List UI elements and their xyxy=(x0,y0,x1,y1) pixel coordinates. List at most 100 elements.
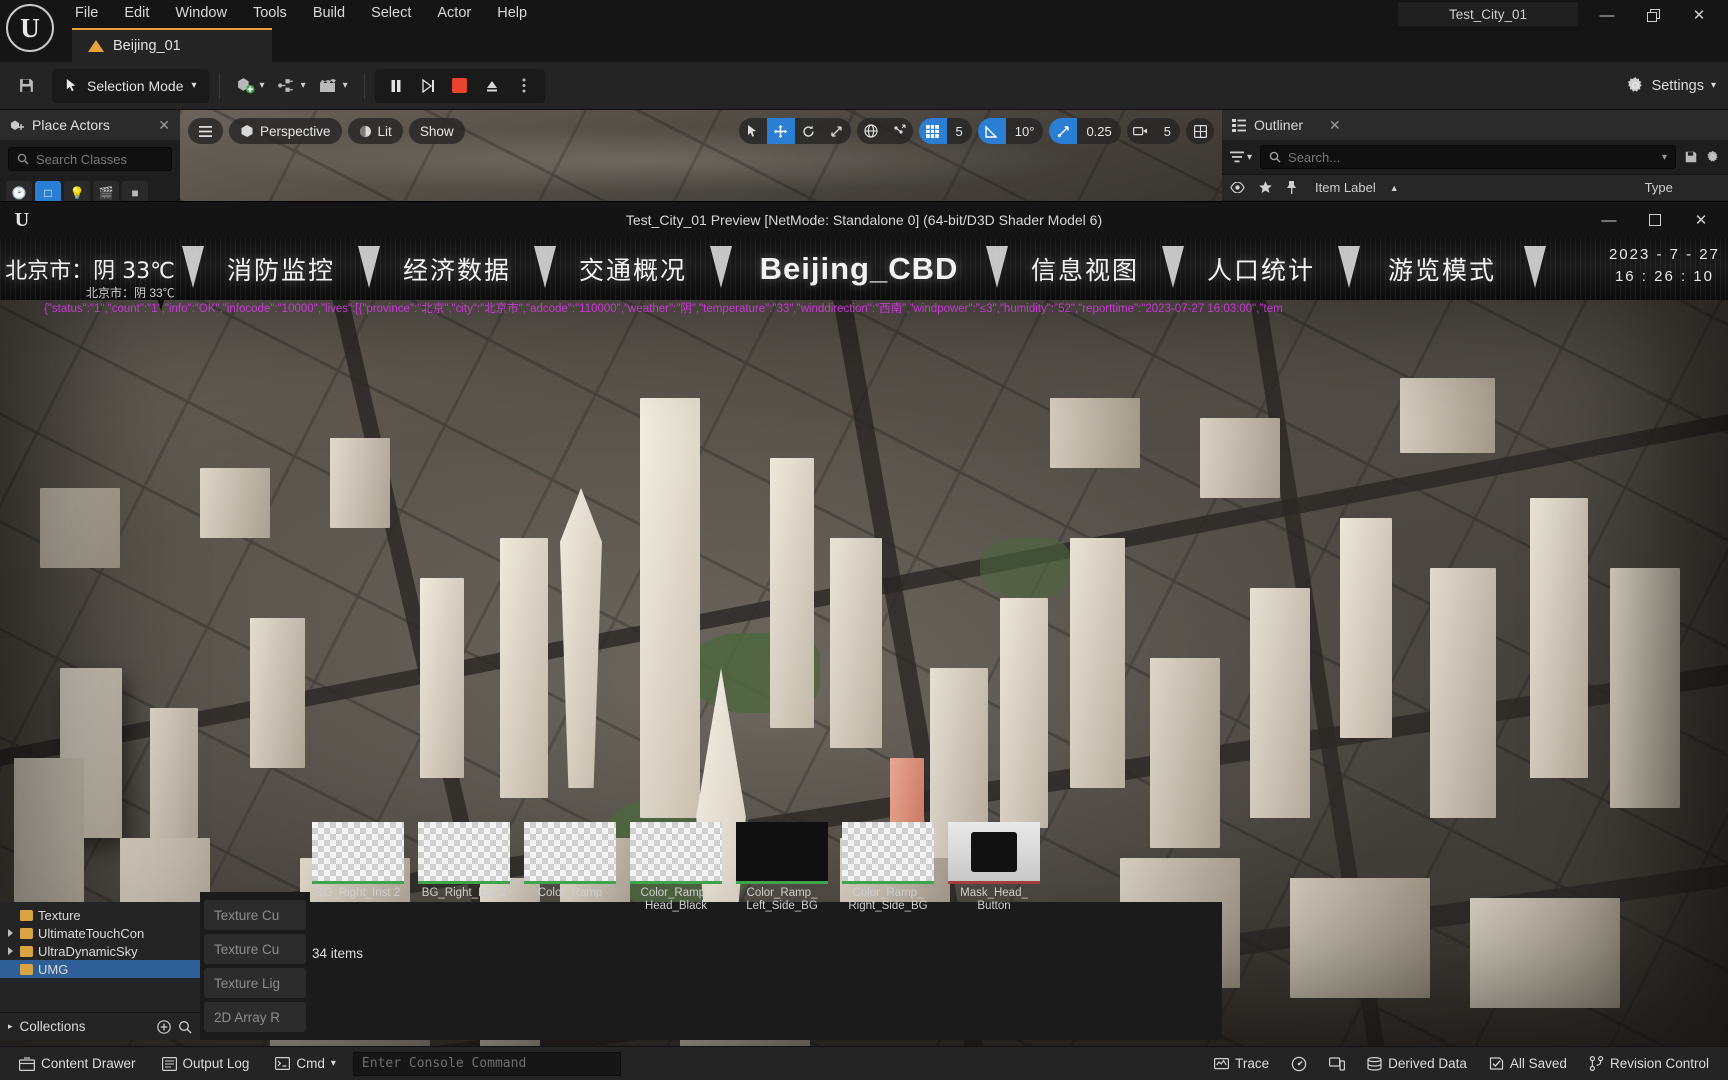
layout-grid-icon[interactable] xyxy=(1186,118,1214,144)
sort-ascending-icon[interactable]: ▲ xyxy=(1390,183,1399,193)
menu-actor[interactable]: Actor xyxy=(424,1,484,25)
angle-snap-icon[interactable] xyxy=(977,118,1006,144)
editor-viewport[interactable]: Perspective Lit Show 5 10° 0.25 5 xyxy=(180,110,1222,202)
pie-maximize-button[interactable] xyxy=(1632,203,1678,237)
chevron-down-icon[interactable]: ▾ xyxy=(1662,152,1667,163)
hud-nav-info[interactable]: 信息视图 xyxy=(1010,238,1160,300)
viewport-viewmode-button[interactable]: Lit xyxy=(347,118,403,144)
grid-snap-value[interactable]: 5 xyxy=(947,124,972,139)
outliner-filter-button[interactable]: ▾ xyxy=(1230,151,1252,163)
hud-nav-traffic[interactable]: 交通概况 xyxy=(558,238,708,300)
hud-nav-tour[interactable]: 游览模式 xyxy=(1362,238,1522,300)
chevron-right-icon[interactable] xyxy=(8,929,13,937)
asset-tile[interactable]: BG_Right_Inst 2 xyxy=(418,822,510,942)
viewport-camera-button[interactable]: Perspective xyxy=(229,118,342,144)
performance-button[interactable] xyxy=(1282,1051,1316,1077)
derived-data-button[interactable]: Derived Data xyxy=(1358,1051,1476,1077)
chevron-right-icon[interactable]: ▸ xyxy=(8,1021,13,1032)
add-actor-button[interactable]: ▾ xyxy=(230,70,271,102)
cinematics-button[interactable]: ▾ xyxy=(312,70,354,102)
sidelist-item[interactable]: Texture Cu xyxy=(204,934,306,964)
menu-file[interactable]: File xyxy=(62,1,111,25)
pause-button[interactable] xyxy=(381,72,411,100)
collections-label[interactable]: Collections xyxy=(20,1019,86,1034)
output-log-button[interactable]: Output Log xyxy=(153,1051,259,1077)
menu-build[interactable]: Build xyxy=(300,1,358,25)
select-tool-icon[interactable] xyxy=(739,118,767,144)
tree-item-ultradynamicsky[interactable]: UltraDynamicSky xyxy=(0,942,200,960)
search-classes-input[interactable]: Search Classes xyxy=(8,147,172,171)
close-button[interactable]: ✕ xyxy=(1676,2,1722,28)
close-icon[interactable]: ✕ xyxy=(158,117,170,134)
play-options-button[interactable] xyxy=(509,72,539,100)
revision-control-button[interactable]: Revision Control xyxy=(1580,1051,1718,1077)
content-drawer-button[interactable]: Content Drawer xyxy=(10,1051,145,1077)
menu-edit[interactable]: Edit xyxy=(111,1,162,25)
rotate-tool-icon[interactable] xyxy=(795,118,823,144)
move-tool-icon[interactable] xyxy=(766,118,795,144)
add-collection-icon[interactable] xyxy=(157,1019,171,1034)
place-actors-tab[interactable]: Place Actors ✕ xyxy=(0,110,180,140)
visibility-icon[interactable] xyxy=(1230,182,1245,193)
viewport-menu-button[interactable] xyxy=(188,118,223,144)
eject-button[interactable] xyxy=(477,72,507,100)
tree-item-umg[interactable]: UMG xyxy=(0,960,200,978)
selection-mode-button[interactable]: Selection Mode ▾ xyxy=(52,68,209,103)
chevron-right-icon[interactable] xyxy=(8,947,13,955)
asset-tile[interactable]: Color_Ramp_ Head_Black xyxy=(630,822,722,942)
favorite-star-icon[interactable] xyxy=(1259,181,1272,194)
asset-tile[interactable]: Color_Ramp xyxy=(524,822,616,942)
tree-item-ultimatetouchcon[interactable]: UltimateTouchCon xyxy=(0,924,200,942)
hud-nav-economy[interactable]: 经济数据 xyxy=(382,238,532,300)
pie-minimize-button[interactable]: — xyxy=(1586,203,1632,237)
asset-tile[interactable]: Color_Ramp_ Left_Side_BG xyxy=(736,822,828,942)
all-saved-button[interactable]: All Saved xyxy=(1480,1051,1576,1077)
outliner-settings-button[interactable] xyxy=(1706,150,1720,164)
frame-step-button[interactable] xyxy=(413,72,443,100)
blueprint-button[interactable]: ▾ xyxy=(271,70,312,102)
surface-snap-icon[interactable] xyxy=(885,118,913,144)
asset-tile[interactable]: Color_Ramp_ Right_Side_BG xyxy=(842,822,934,942)
console-command-input[interactable]: Enter Console Command xyxy=(352,1051,621,1076)
outliner-column-item-label[interactable]: Item Label xyxy=(1315,180,1376,195)
scale-snap-icon[interactable] xyxy=(1049,118,1078,144)
grid-snap-icon[interactable] xyxy=(918,118,947,144)
menu-help[interactable]: Help xyxy=(484,1,540,25)
close-icon[interactable]: ✕ xyxy=(1329,117,1341,134)
asset-tile[interactable]: BG_Right_Inst 2 xyxy=(312,822,404,942)
outliner-tab[interactable]: Outliner ✕ xyxy=(1222,110,1728,140)
asset-tile[interactable]: Mask_Head_ Button xyxy=(948,822,1040,942)
menu-select[interactable]: Select xyxy=(358,1,424,25)
platform-button[interactable] xyxy=(1320,1051,1354,1077)
pin-icon[interactable] xyxy=(1286,181,1297,194)
camera-speed-value[interactable]: 5 xyxy=(1155,124,1180,139)
hud-nav-population[interactable]: 人口统计 xyxy=(1186,238,1336,300)
level-tab[interactable]: Beijing_01 xyxy=(72,28,272,62)
search-collections-icon[interactable] xyxy=(178,1020,192,1034)
stop-button[interactable] xyxy=(445,72,475,100)
save-icon[interactable] xyxy=(10,70,42,102)
tree-item-texture[interactable]: Texture xyxy=(0,906,200,924)
minimize-button[interactable]: — xyxy=(1584,2,1630,28)
scale-tool-icon[interactable] xyxy=(823,118,851,144)
world-space-icon[interactable] xyxy=(857,118,885,144)
scale-snap-value[interactable]: 0.25 xyxy=(1077,124,1120,139)
outliner-column-type[interactable]: Type xyxy=(1645,180,1673,195)
pie-close-button[interactable]: ✕ xyxy=(1678,203,1724,237)
maximize-button[interactable] xyxy=(1630,2,1676,28)
outliner-search-input[interactable]: Search... ▾ xyxy=(1260,145,1676,169)
viewport-show-button[interactable]: Show xyxy=(408,118,465,144)
sidelist-item[interactable]: 2D Array R xyxy=(204,1002,306,1032)
menu-window[interactable]: Window xyxy=(162,1,240,25)
camera-icon[interactable] xyxy=(1127,118,1155,144)
outliner-search-row: ▾ Search... ▾ xyxy=(1222,140,1728,174)
settings-button[interactable]: Settings ▾ xyxy=(1626,76,1716,95)
cmd-selector[interactable]: Cmd ▾ xyxy=(266,1051,345,1077)
menu-tools[interactable]: Tools xyxy=(240,1,300,25)
hud-nav-fire[interactable]: 消防监控 xyxy=(206,238,356,300)
outliner-save-button[interactable] xyxy=(1684,150,1698,164)
angle-snap-value[interactable]: 10° xyxy=(1006,124,1044,139)
trace-button[interactable]: Trace xyxy=(1205,1051,1278,1077)
sidelist-item[interactable]: Texture Lig xyxy=(204,968,306,998)
sidelist-item[interactable]: Texture Cu xyxy=(204,900,306,930)
